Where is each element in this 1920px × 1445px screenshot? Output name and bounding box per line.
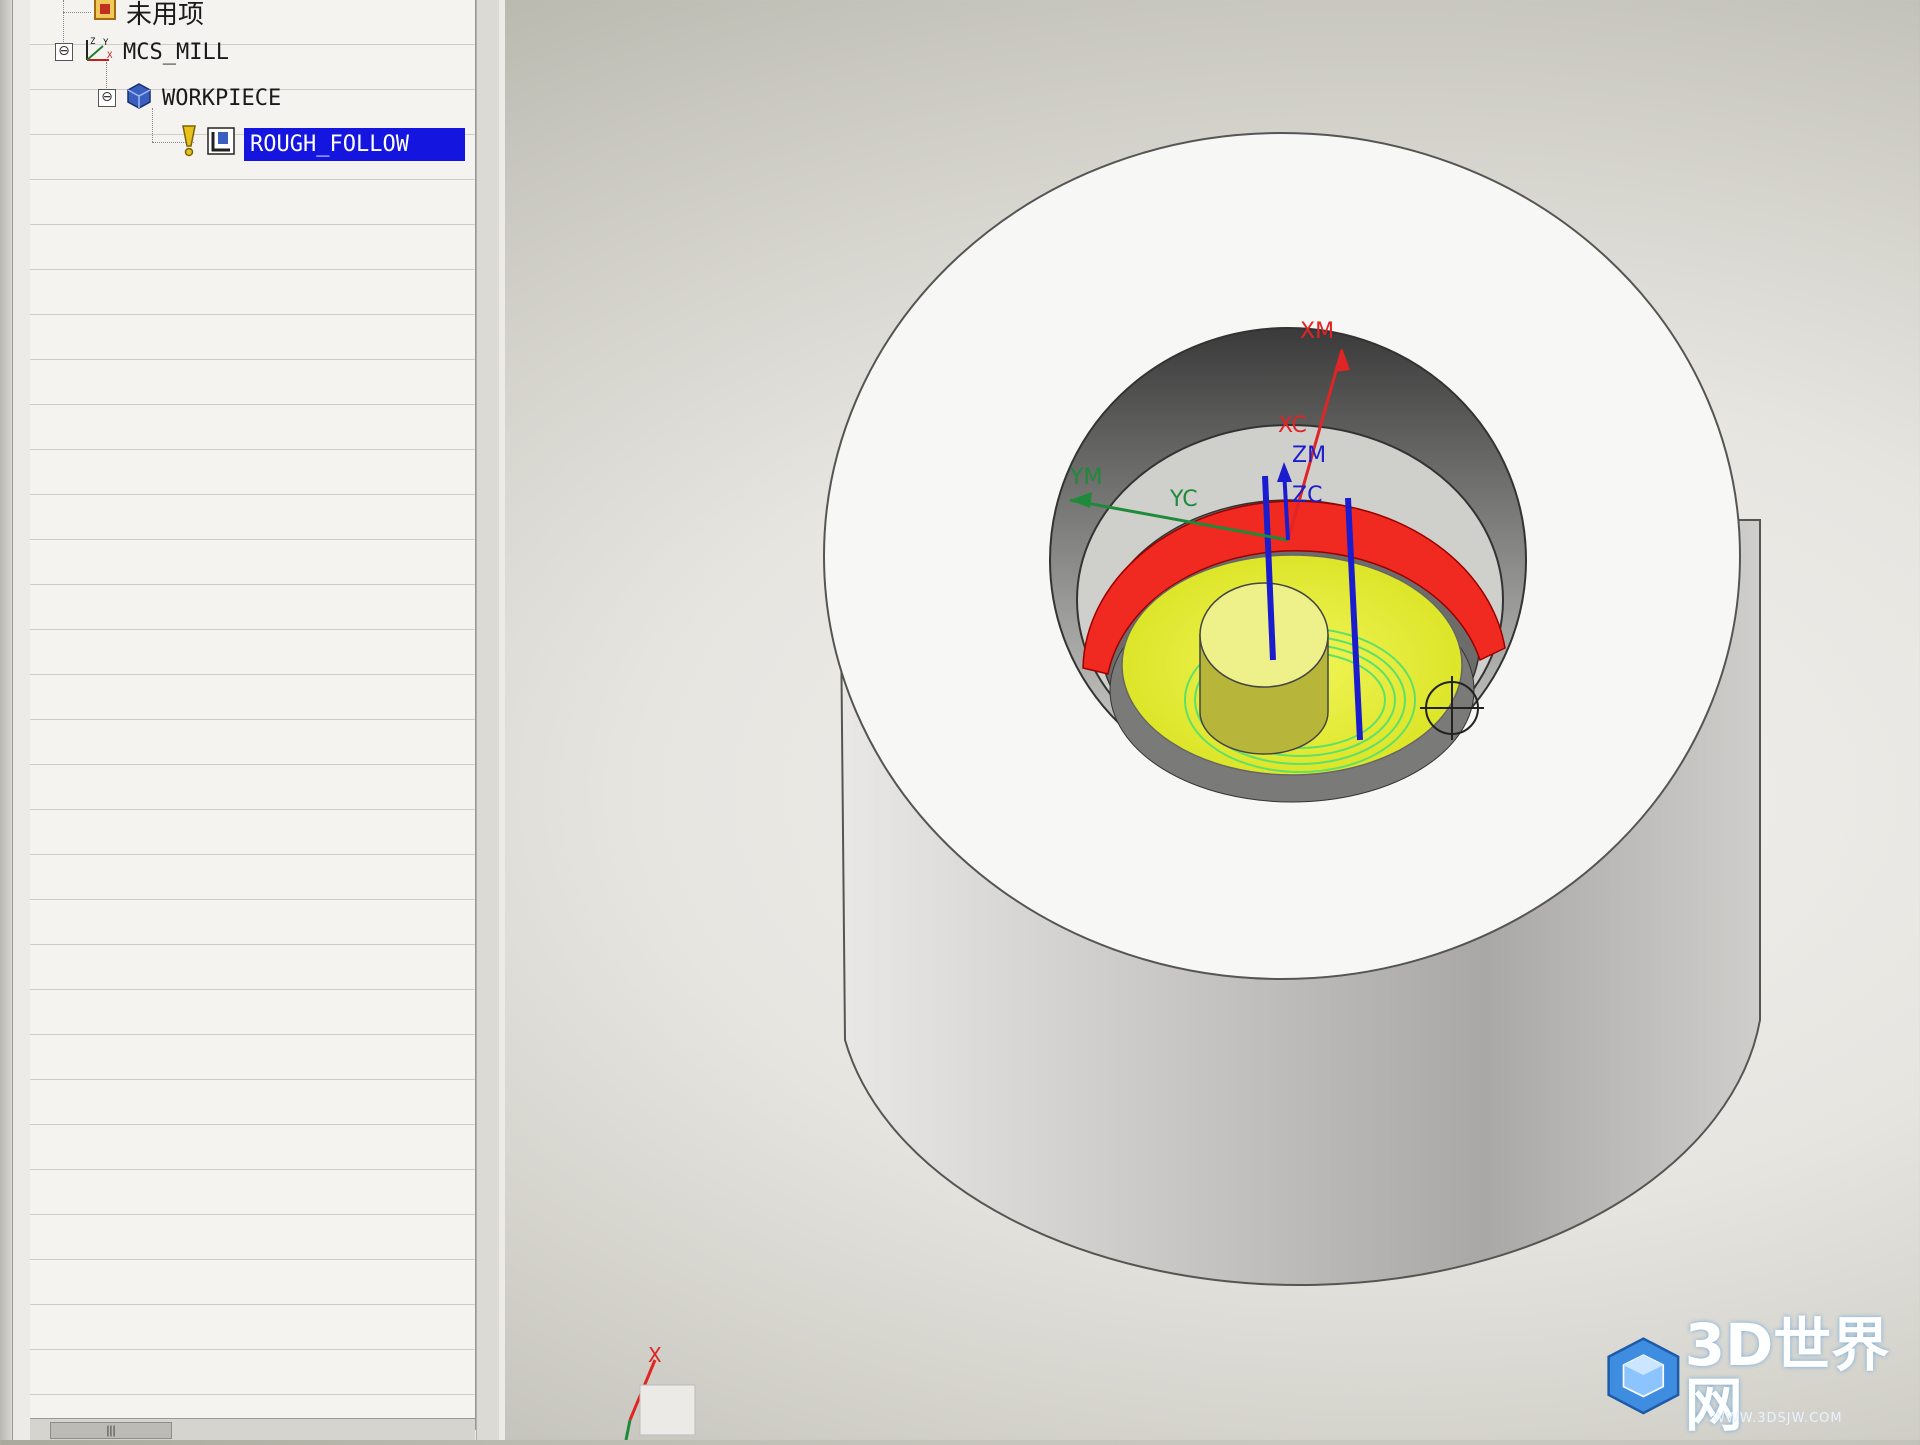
resource-bar[interactable] [0, 0, 13, 1440]
tree-item-label: MCS_MILL [123, 39, 229, 65]
site-watermark: 3D世界网 WWW.3DSJW.COM [1602, 1315, 1902, 1435]
svg-text:Z: Z [90, 37, 96, 47]
rough-follow-operation-icon [206, 126, 236, 162]
tree-item-workpiece[interactable]: ⊖ WORKPIECE [98, 78, 281, 118]
xm-label: XM [1300, 319, 1334, 344]
tree-item-unused[interactable]: 未用项 [92, 0, 204, 32]
svg-text:X: X [107, 51, 113, 61]
collapse-toggle[interactable]: ⊖ [98, 89, 116, 107]
zc-label: ZC [1292, 483, 1322, 508]
model-view: XM XC ZM ZC YM YC X [624, 132, 1761, 1441]
triad-x-label: X [648, 1343, 662, 1367]
tree-item-mcs-mill[interactable]: ⊖ ZYX MCS_MILL [55, 32, 229, 72]
svg-text:Y: Y [103, 38, 109, 48]
watermark-url: WWW.3DSJW.COM [1712, 1411, 1843, 1426]
xc-label: XC [1278, 413, 1307, 438]
workpiece-cube-icon [124, 81, 154, 115]
zm-label: ZM [1292, 443, 1326, 468]
tree-item-rough-follow[interactable]: ROUGH_FOLLOW [180, 124, 465, 164]
view-triad: X [624, 1343, 696, 1441]
navigator-tree: 未用项 ⊖ ZYX MCS_MILL ⊖ WORKPIECE ROUGH_FOL… [30, 0, 476, 1430]
horizontal-scrollbar[interactable]: ||| [30, 1418, 475, 1440]
mcs-axes-icon: ZYX [81, 34, 115, 70]
center-boss-top [1199, 582, 1329, 688]
vertical-scrollbar[interactable] [476, 0, 499, 1440]
operation-navigator: 未用项 ⊖ ZYX MCS_MILL ⊖ WORKPIECE ROUGH_FOL… [0, 0, 505, 1440]
yc-label: YC [1169, 487, 1198, 512]
ym-label: YM [1069, 465, 1102, 490]
tree-connector [63, 12, 91, 13]
tree-item-label-selected: ROUGH_FOLLOW [244, 127, 465, 161]
graphics-viewport[interactable]: XM XC ZM ZC YM YC X [505, 0, 1920, 1441]
pending-exclamation-icon [180, 124, 198, 164]
collapse-toggle[interactable]: ⊖ [55, 43, 73, 61]
cube-logo-icon [1607, 1337, 1680, 1415]
tree-item-label: 未用项 [126, 0, 205, 30]
scrollbar-thumb[interactable]: ||| [50, 1422, 172, 1439]
tree-item-label: WORKPIECE [162, 85, 282, 111]
unused-items-icon [92, 0, 118, 28]
